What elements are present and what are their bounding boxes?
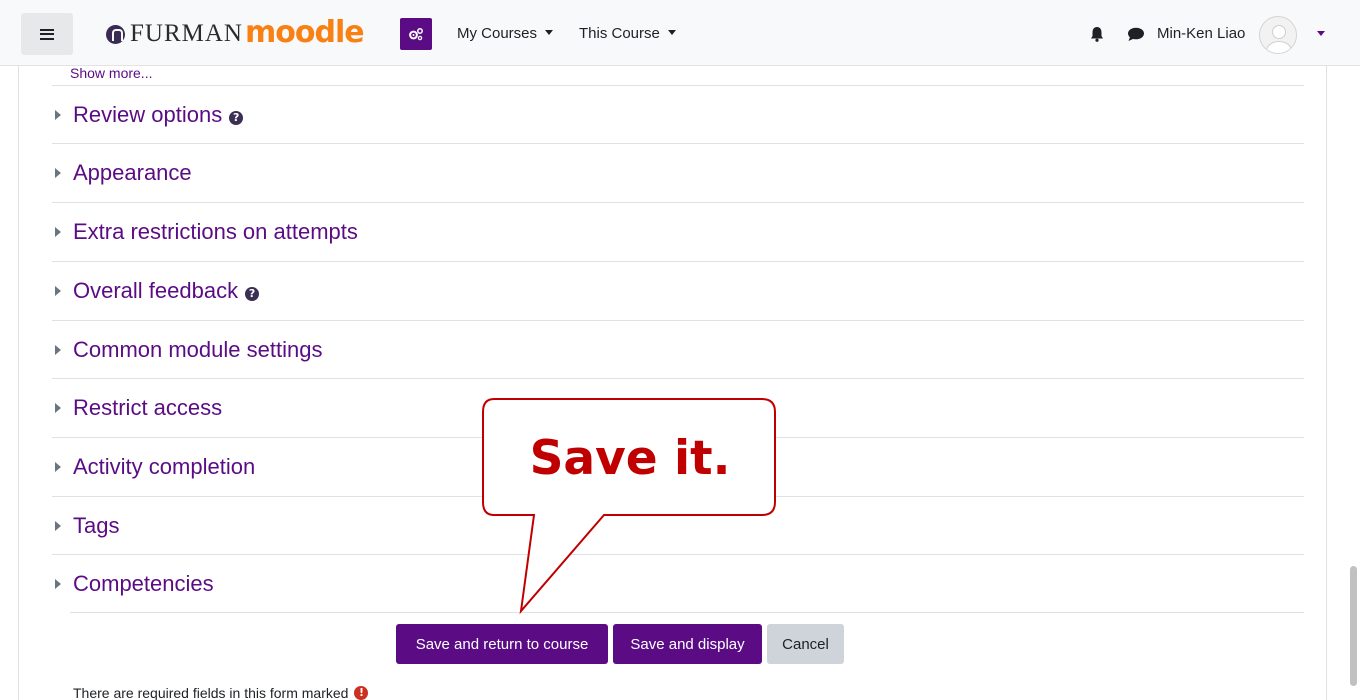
chevron-down-icon [545, 30, 554, 35]
hamburger-icon [40, 28, 54, 40]
brand-moodle-text: moodle [244, 14, 365, 50]
my-courses-label: My Courses [457, 25, 538, 42]
cogs-icon [409, 28, 423, 41]
brand-furman-text: FURMAN [130, 20, 243, 47]
avatar[interactable] [1259, 16, 1297, 54]
this-course-label: This Course [579, 25, 660, 42]
section-common-module-settings[interactable]: Common module settings [52, 320, 1304, 378]
save-and-display-button[interactable]: Save and display [613, 624, 762, 664]
user-menu-chevron-icon[interactable] [1317, 31, 1325, 36]
bell-icon[interactable] [1090, 26, 1104, 42]
section-label: Appearance [73, 159, 192, 185]
admin-menu-button[interactable] [400, 18, 432, 50]
chat-icon[interactable] [1127, 27, 1145, 42]
expand-triangle-icon [55, 226, 61, 237]
my-courses-menu[interactable]: My Courses [457, 25, 554, 42]
section-label: Restrict access [73, 394, 223, 420]
required-note-text: There are required fields in this form m… [73, 685, 349, 700]
section-label: Activity completion [73, 453, 256, 479]
question-circle-icon[interactable]: ? [229, 110, 244, 125]
furman-seal-icon [106, 24, 125, 44]
expand-triangle-icon [55, 344, 61, 355]
section-label: Tags [73, 512, 120, 538]
section-label: Competencies [73, 570, 214, 596]
user-name[interactable]: Min-Ken Liao [1157, 25, 1245, 42]
section-overall-feedback[interactable]: Overall feedback ? [52, 261, 1304, 319]
section-review-options[interactable]: Review options ? [52, 85, 1304, 143]
cancel-button[interactable]: Cancel [767, 624, 844, 664]
section-label: Overall feedback [73, 277, 239, 303]
expand-triangle-icon [55, 167, 61, 178]
chevron-down-icon [667, 30, 676, 35]
callout-text: Save it. [529, 430, 731, 486]
question-circle-icon[interactable]: ? [245, 286, 260, 301]
section-label: Common module settings [73, 336, 323, 362]
expand-triangle-icon [55, 520, 61, 531]
expand-triangle-icon [55, 461, 61, 472]
this-course-menu[interactable]: This Course [579, 25, 676, 42]
section-label: Extra restrictions on attempts [73, 218, 358, 244]
expand-triangle-icon [55, 285, 61, 296]
site-logo[interactable]: FURMAN moodle [106, 14, 365, 54]
exclamation-circle-icon: ! [354, 686, 369, 700]
expand-triangle-icon [55, 109, 61, 120]
required-fields-note: There are required fields in this form m… [73, 685, 369, 700]
top-navbar: FURMAN moodle My Courses This Course Min… [0, 0, 1360, 66]
show-more-link[interactable]: Show more... [70, 65, 152, 81]
menu-toggle-button[interactable] [21, 13, 73, 55]
section-appearance[interactable]: Appearance [52, 143, 1304, 201]
section-label: Review options [73, 101, 223, 127]
section-extra-restrictions[interactable]: Extra restrictions on attempts [52, 202, 1304, 260]
expand-triangle-icon [55, 402, 61, 413]
scrollbar-thumb[interactable] [1350, 566, 1357, 686]
save-and-return-button[interactable]: Save and return to course [396, 624, 608, 664]
expand-triangle-icon [55, 578, 61, 589]
